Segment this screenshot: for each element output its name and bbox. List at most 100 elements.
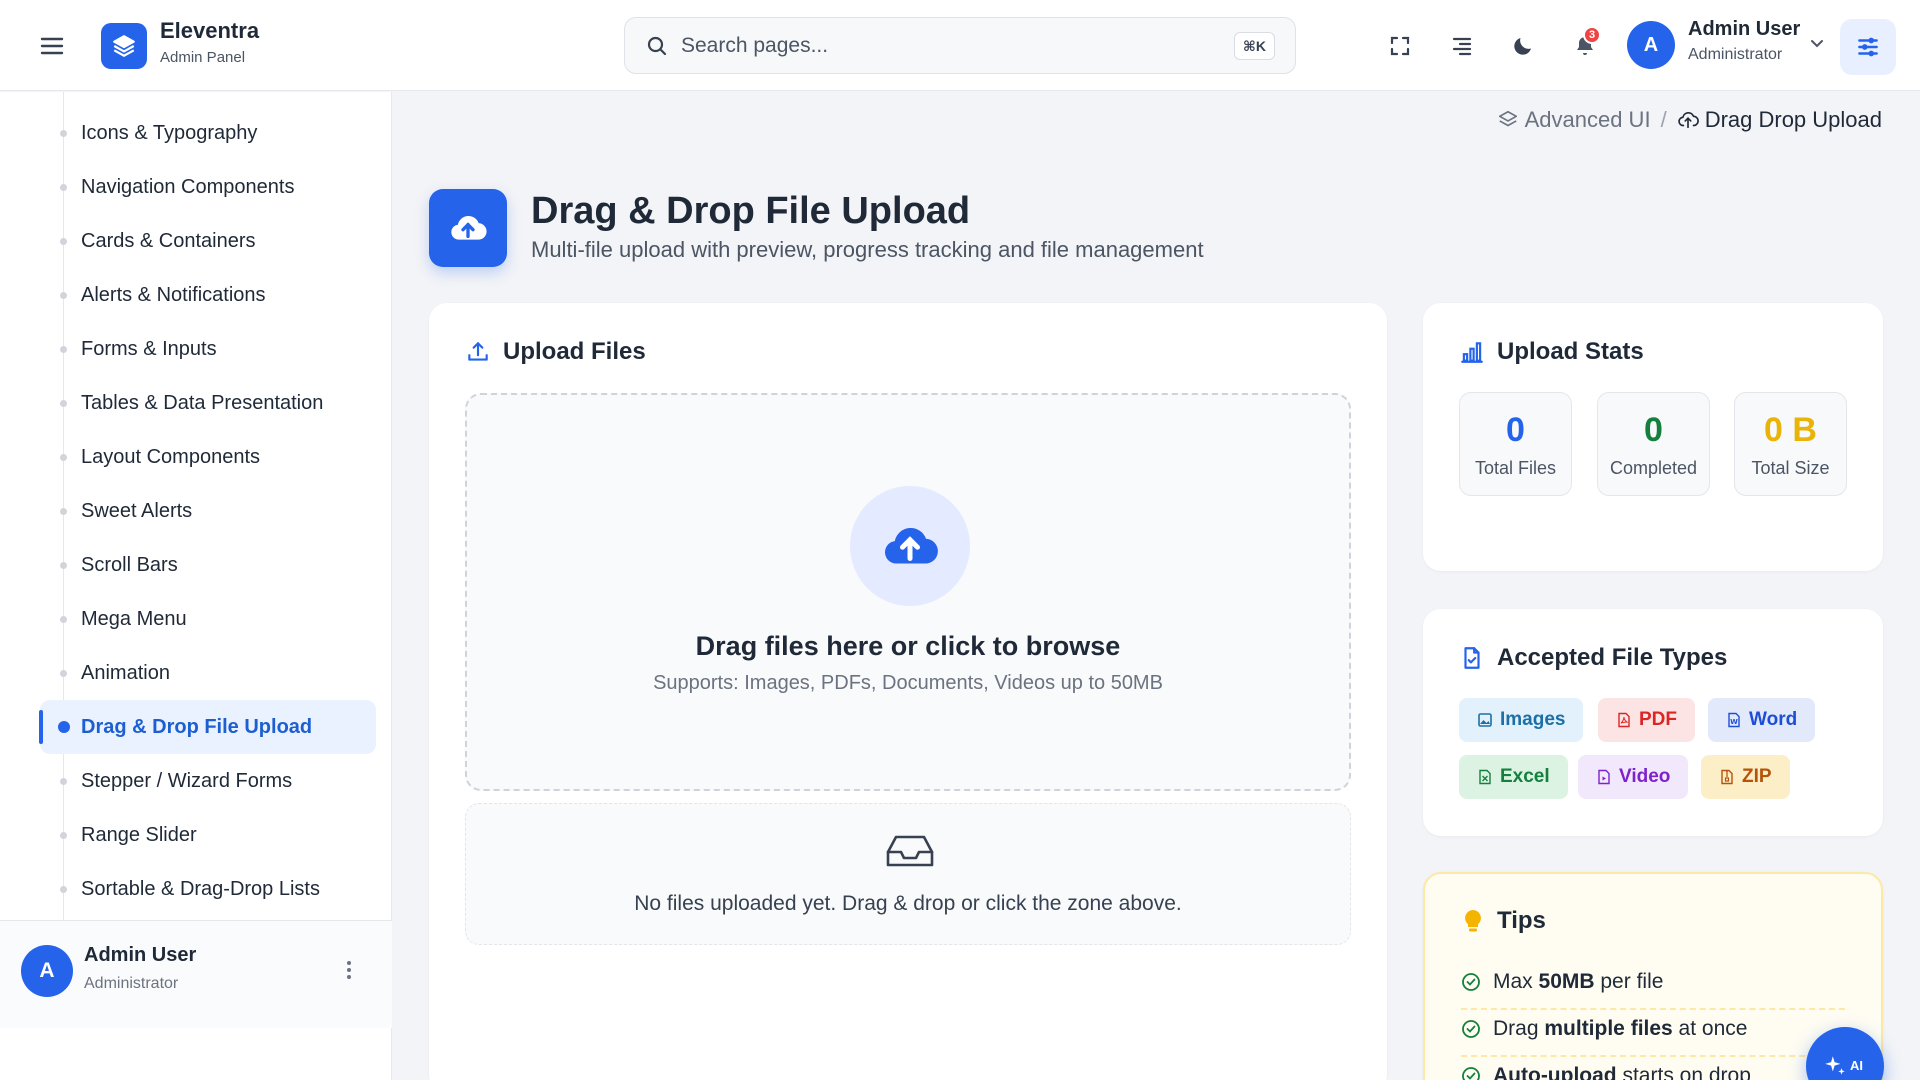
sidebar-nav-item-label: Tables & Data Presentation bbox=[81, 391, 324, 414]
chip-zip-label: ZIP bbox=[1742, 766, 1772, 787]
align-right-icon[interactable] bbox=[1444, 28, 1480, 64]
sidebar-nav-item-label: Scroll Bars bbox=[81, 553, 178, 576]
stat-completed: 0 Completed bbox=[1597, 392, 1710, 496]
sidebar-nav-item[interactable]: Tables & Data Presentation bbox=[40, 376, 376, 430]
sidebar-nav-item-label: Mega Menu bbox=[81, 607, 187, 630]
tip-text-bold: Auto-upload bbox=[1493, 1064, 1617, 1080]
header-user-avatar[interactable]: A bbox=[1627, 21, 1675, 69]
stat-completed-label: Completed bbox=[1609, 458, 1698, 478]
search-input[interactable]: Search pages... ⌘K bbox=[624, 17, 1296, 74]
chip-images: Images bbox=[1459, 698, 1584, 742]
stat-total-files: 0 Total Files bbox=[1459, 392, 1572, 496]
sidebar-nav-item[interactable]: Forms & Inputs bbox=[40, 322, 376, 376]
sidebar-nav-item[interactable]: Stepper / Wizard Forms bbox=[40, 754, 376, 808]
chevron-down-icon[interactable] bbox=[1808, 34, 1826, 57]
fullscreen-icon[interactable] bbox=[1382, 28, 1418, 64]
sidebar-nav-item[interactable]: Animation bbox=[40, 646, 376, 700]
sidebar-nav-item[interactable]: Alerts & Notifications bbox=[40, 268, 376, 322]
top-header: Eleventra Admin Panel Search pages... ⌘K… bbox=[0, 0, 1920, 91]
video-icon bbox=[1598, 769, 1610, 785]
notification-bell-icon[interactable]: 3 bbox=[1567, 26, 1603, 64]
sidebar-nav-item-label: Forms & Inputs bbox=[81, 337, 217, 360]
upload-files-title: Upload Files bbox=[465, 338, 646, 366]
nav-bullet-icon bbox=[60, 292, 67, 299]
search-shortcut-badge: ⌘K bbox=[1233, 32, 1275, 60]
page-title: Drag & Drop File Upload bbox=[531, 190, 971, 232]
page-cloud-upload-icon bbox=[429, 189, 507, 267]
chip-pdf: PDF bbox=[1598, 698, 1695, 742]
tip-text: Drag multiple files at once bbox=[1493, 1017, 1747, 1041]
header-user-name[interactable]: Admin User bbox=[1688, 18, 1800, 41]
sidebar-nav-item-label: Sortable & Drag-Drop Lists bbox=[81, 877, 320, 900]
brand-logo-icon[interactable] bbox=[101, 23, 147, 69]
sidebar-nav-list: Icons & Typography Navigation Components C… bbox=[0, 92, 392, 920]
nav-bullet-icon bbox=[58, 721, 70, 733]
header-user-role: Administrator bbox=[1688, 46, 1783, 63]
sidebar-nav-item-label: Sweet Alerts bbox=[81, 499, 193, 522]
sidebar-nav-item[interactable]: Sortable & Drag-Drop Lists bbox=[40, 862, 376, 916]
file-dropzone[interactable]: Drag files here or click to browse Suppo… bbox=[465, 393, 1351, 791]
svg-text:W: W bbox=[1730, 718, 1738, 726]
sidebar-nav-item-label: Navigation Components bbox=[81, 175, 295, 198]
tips-title-text: Tips bbox=[1497, 907, 1546, 934]
tip-item: Max 50MB per file bbox=[1461, 970, 1663, 994]
menu-toggle-icon[interactable] bbox=[36, 30, 68, 62]
search-placeholder: Search pages... bbox=[681, 34, 829, 57]
customizer-sliders-button[interactable] bbox=[1840, 19, 1896, 75]
chip-video-label: Video bbox=[1619, 766, 1671, 787]
tip-item: Drag multiple files at once bbox=[1461, 1017, 1747, 1041]
file-check-icon bbox=[1464, 647, 1480, 669]
sidebar-nav-item[interactable]: Cards & Containers bbox=[40, 214, 376, 268]
bar-chart-icon bbox=[1461, 342, 1483, 363]
file-types-title: Accepted File Types bbox=[1459, 644, 1727, 672]
sidebar-user-footer: A Admin User Administrator bbox=[0, 920, 392, 1028]
stat-completed-value: 0 bbox=[1644, 411, 1663, 449]
chip-word-label: Word bbox=[1749, 709, 1798, 730]
upload-stats-title-text: Upload Stats bbox=[1497, 338, 1644, 365]
chip-excel-label: Excel bbox=[1500, 766, 1550, 787]
nav-bullet-icon bbox=[60, 562, 67, 569]
brand-name: Eleventra bbox=[160, 18, 260, 43]
sidebar-nav-item[interactable]: Icons & Typography bbox=[40, 106, 376, 160]
sidebar-nav-item[interactable]: Mega Menu bbox=[40, 592, 376, 646]
check-circle-icon bbox=[1462, 973, 1480, 991]
sidebar-user-avatar[interactable]: A bbox=[21, 945, 73, 997]
tip-text: Max 50MB per file bbox=[1493, 970, 1663, 994]
stat-total-files-value: 0 bbox=[1506, 411, 1525, 449]
empty-state-text: No files uploaded yet. Drag & drop or cl… bbox=[634, 892, 1182, 915]
inbox-icon bbox=[885, 832, 935, 875]
breadcrumb-parent[interactable]: Advanced UI bbox=[1497, 107, 1651, 133]
sidebar-nav-item[interactable]: Layout Components bbox=[40, 430, 376, 484]
sidebar-nav-item-label: Cards & Containers bbox=[81, 229, 256, 252]
more-vertical-icon[interactable] bbox=[338, 959, 360, 986]
dark-mode-moon-icon[interactable] bbox=[1505, 28, 1541, 64]
word-icon: W bbox=[1728, 712, 1740, 728]
tip-text-pre: Drag bbox=[1493, 1017, 1545, 1040]
sidebar-nav-item[interactable]: Scroll Bars bbox=[40, 538, 376, 592]
nav-bullet-icon bbox=[60, 346, 67, 353]
dropzone-title: Drag files here or click to browse bbox=[695, 631, 1121, 661]
tip-text-bold: 50MB bbox=[1538, 970, 1595, 993]
image-icon bbox=[1478, 713, 1492, 727]
sidebar-nav-item[interactable]: Sweet Alerts bbox=[40, 484, 376, 538]
upload-stats-card: Upload Stats 0 Total Files 0 Completed 0… bbox=[1423, 303, 1883, 571]
sidebar-nav-item[interactable]: Drag & Drop File Upload bbox=[39, 700, 376, 754]
search-icon bbox=[645, 34, 669, 63]
nav-bullet-icon bbox=[60, 670, 67, 677]
tip-text-post: starts on drop bbox=[1616, 1064, 1751, 1080]
page-subtitle: Multi-file upload with preview, progress… bbox=[531, 237, 1204, 262]
dropzone-cloud-icon bbox=[850, 486, 970, 606]
tips-title: Tips bbox=[1461, 907, 1546, 935]
sidebar-user-role: Administrator bbox=[84, 975, 179, 992]
sidebar: Icons & Typography Navigation Components C… bbox=[0, 92, 392, 1080]
chip-pdf-label: PDF bbox=[1639, 709, 1677, 730]
sidebar-nav-item[interactable]: Navigation Components bbox=[40, 160, 376, 214]
tip-text-bold: multiple files bbox=[1544, 1017, 1673, 1040]
tip-text: Auto-upload starts on drop bbox=[1493, 1064, 1751, 1080]
ai-button-label: AI bbox=[1850, 1058, 1863, 1073]
upload-files-title-text: Upload Files bbox=[503, 338, 646, 365]
check-circle-icon bbox=[1462, 1067, 1480, 1080]
sliders-icon bbox=[1858, 37, 1878, 57]
sidebar-nav-item-label: Alerts & Notifications bbox=[81, 283, 266, 306]
sidebar-nav-item[interactable]: Range Slider bbox=[40, 808, 376, 862]
